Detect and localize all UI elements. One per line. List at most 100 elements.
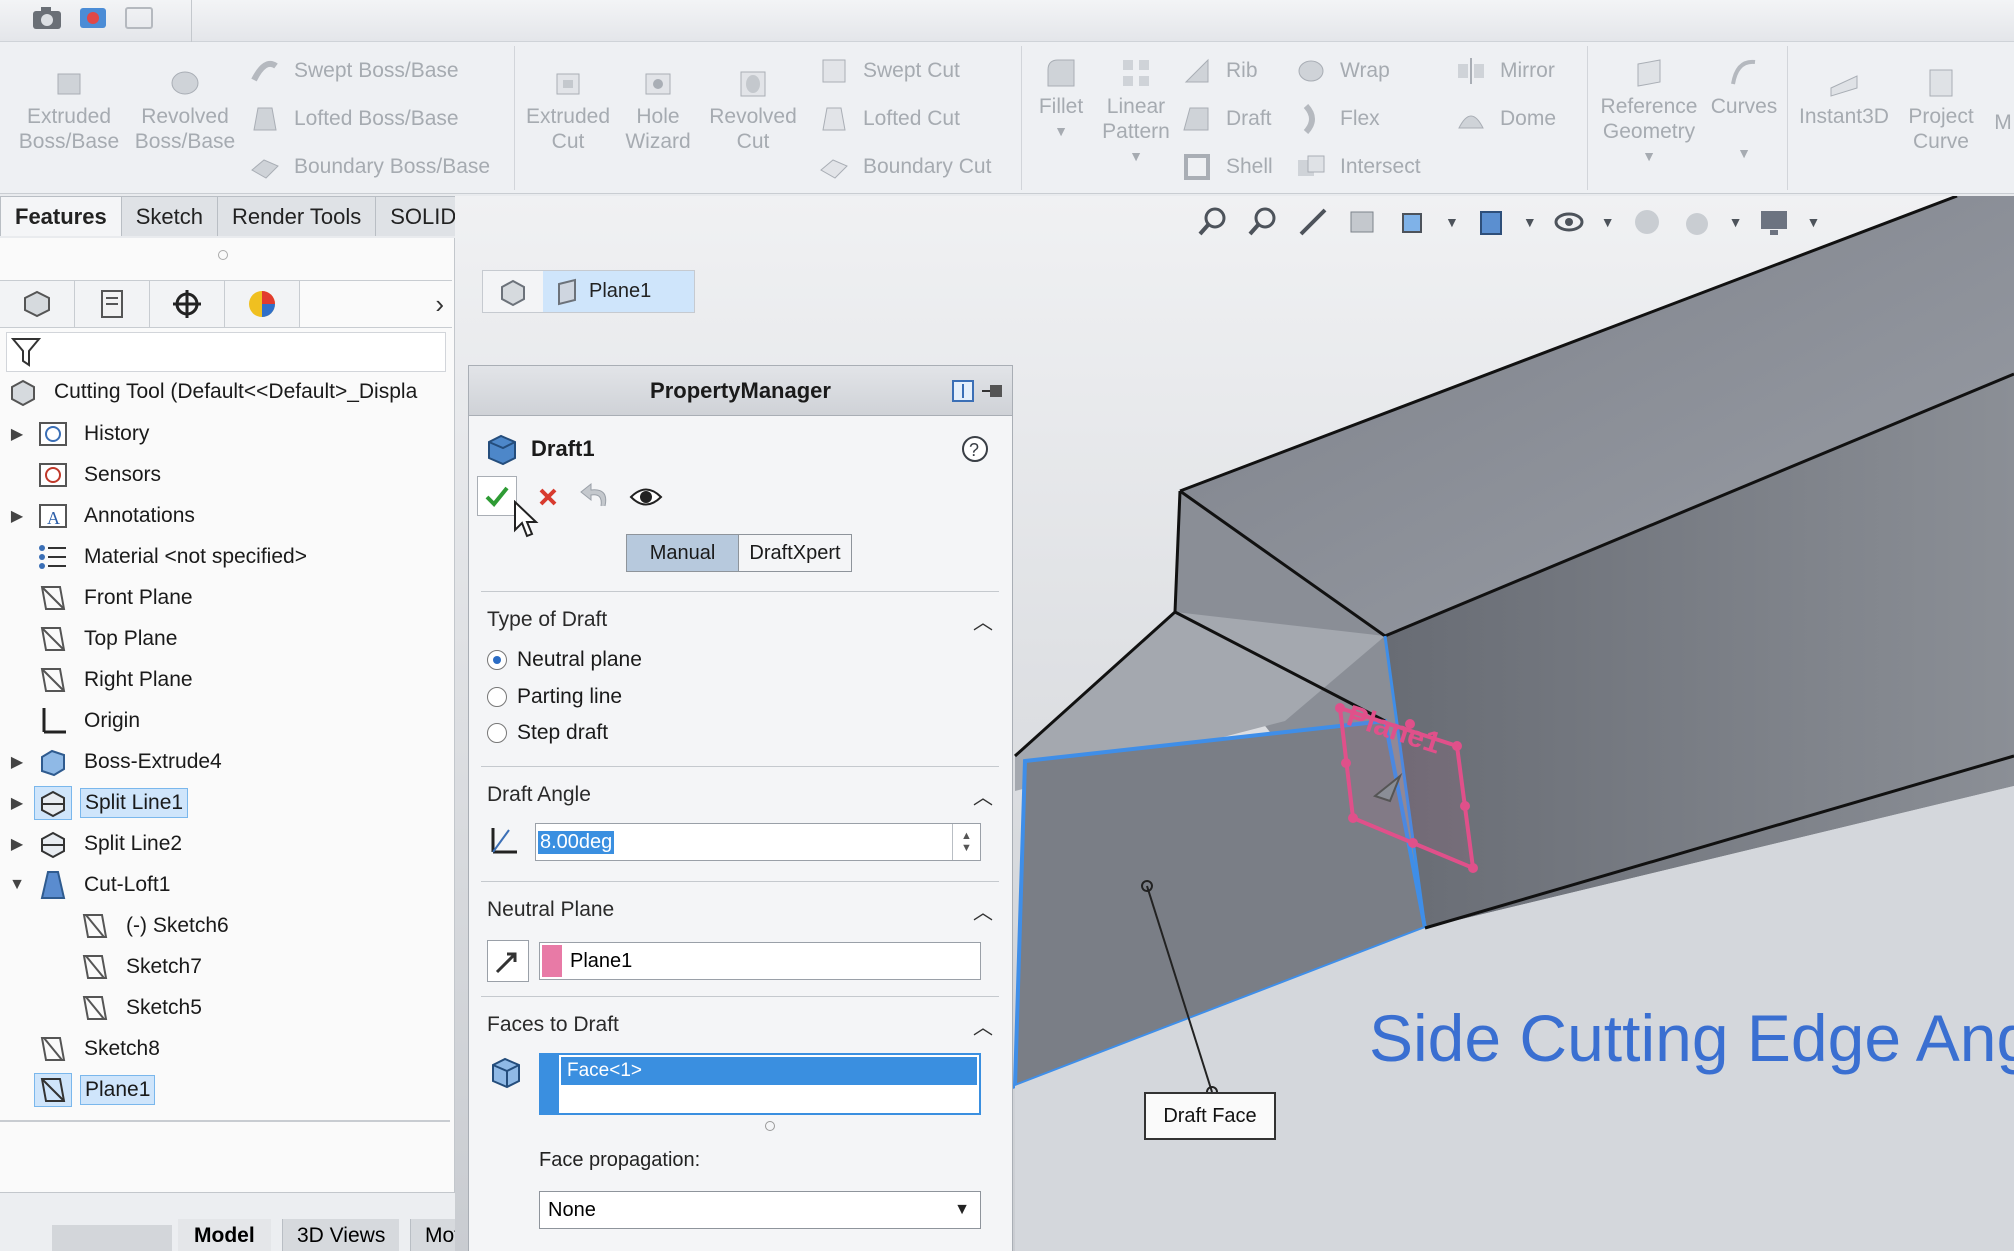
expand-icon[interactable]: ▶ <box>0 752 34 772</box>
screen-capture-icon[interactable] <box>122 2 156 34</box>
configuration-manager-tab-icon[interactable] <box>150 281 225 327</box>
zoom-to-fit-icon[interactable] <box>1195 204 1231 240</box>
tab-3d-views[interactable]: 3D Views <box>282 1219 400 1251</box>
tree-item-sketch6[interactable]: (-) Sketch6 <box>42 906 233 946</box>
tree-root[interactable]: Cutting Tool (Default<<Default>_Displa <box>4 372 421 412</box>
draft-angle-input[interactable]: 8.00deg ▲ ▼ <box>535 823 981 861</box>
spinner-arrows-icon[interactable]: ▲ ▼ <box>952 824 980 860</box>
wrap-button[interactable]: Wrap <box>1294 54 1390 88</box>
tree-item-sketch7[interactable]: Sketch7 <box>42 947 206 987</box>
tree-item-boss-extrude4[interactable]: ▶ Boss-Extrude4 <box>0 742 226 782</box>
tab-sketch[interactable]: Sketch <box>120 196 218 236</box>
apply-scene-dropdown-icon[interactable]: ▼ <box>1729 214 1743 230</box>
record-icon[interactable] <box>76 2 110 34</box>
rib-button[interactable]: Rib <box>1180 54 1258 88</box>
tree-item-split-line2[interactable]: ▶ Split Line2 <box>0 824 186 864</box>
tree-item-right-plane[interactable]: Right Plane <box>0 660 197 700</box>
tree-filter[interactable] <box>6 332 446 372</box>
lofted-cut-button[interactable]: Lofted Cut <box>817 102 960 136</box>
reverse-direction-button[interactable] <box>487 940 529 982</box>
lofted-boss-button[interactable]: Lofted Boss/Base <box>248 102 459 136</box>
faces-selection-list[interactable]: Face<1> <box>539 1053 981 1115</box>
face-list-item[interactable]: Face<1> <box>561 1057 977 1085</box>
extruded-boss-button[interactable]: Extruded Boss/Base <box>14 64 124 154</box>
expand-icon[interactable]: ▶ <box>0 793 34 813</box>
pin-icon[interactable] <box>980 378 1006 410</box>
tab-features[interactable]: Features <box>0 196 122 236</box>
radio-parting-line[interactable]: Parting line <box>487 685 622 709</box>
collapse-section-icon[interactable]: ︿ <box>973 896 993 925</box>
tree-item-top-plane[interactable]: Top Plane <box>0 619 181 659</box>
view-settings-dropdown-icon[interactable]: ▼ <box>1806 214 1820 230</box>
collapse-section-icon[interactable]: ︿ <box>973 1011 993 1040</box>
face-propagation-select[interactable]: None ▼ <box>539 1191 981 1229</box>
part-icon[interactable] <box>483 271 543 312</box>
view-orientation-icon[interactable] <box>1395 204 1431 240</box>
ok-button[interactable] <box>477 476 517 516</box>
display-manager-tab-icon[interactable] <box>225 281 300 327</box>
tree-item-sketch8[interactable]: Sketch8 <box>0 1029 164 1069</box>
draft-button[interactable]: Draft <box>1180 102 1272 136</box>
chevron-right-icon[interactable]: › <box>300 281 452 327</box>
linear-pattern-button[interactable]: Linear Pattern ▼ <box>1096 54 1176 169</box>
expand-icon[interactable]: ▶ <box>0 834 34 854</box>
panel-splitter-handle[interactable] <box>218 250 228 260</box>
hide-show-dropdown-icon[interactable]: ▼ <box>1601 214 1615 230</box>
radio-step-draft[interactable]: Step draft <box>487 721 608 745</box>
cancel-button[interactable] <box>533 482 563 517</box>
collapse-section-icon[interactable]: ︿ <box>973 606 993 635</box>
tab-motion-study[interactable]: Mot <box>410 1219 455 1251</box>
property-manager-tab-icon[interactable] <box>75 281 150 327</box>
tree-item-cut-loft1[interactable]: ▼ Cut-Loft1 <box>0 865 174 905</box>
shell-button[interactable]: Shell <box>1180 150 1273 184</box>
edit-appearance-icon[interactable] <box>1629 204 1665 240</box>
manual-mode-button[interactable]: Manual <box>627 535 739 571</box>
hide-show-items-icon[interactable] <box>1551 204 1587 240</box>
expand-pm-icon[interactable] <box>950 378 976 410</box>
breadcrumb-item-plane1[interactable]: Plane1 <box>543 271 694 312</box>
feature-manager-tab-icon[interactable] <box>0 281 75 327</box>
boundary-cut-button[interactable]: Boundary Cut <box>817 150 991 184</box>
tab-model[interactable]: Model <box>178 1219 271 1251</box>
reference-geometry-button[interactable]: Reference Geometry ▼ <box>1594 54 1704 169</box>
tree-item-annotations[interactable]: ▶ A Annotations <box>0 496 199 536</box>
expand-icon[interactable]: ▶ <box>0 506 34 526</box>
tab-navigation-arrows[interactable] <box>52 1225 172 1251</box>
swept-cut-button[interactable]: Swept Cut <box>817 54 960 88</box>
preview-button[interactable] <box>629 482 663 517</box>
display-style-icon[interactable] <box>1473 204 1509 240</box>
dome-button[interactable]: Dome <box>1454 102 1556 136</box>
revolved-boss-button[interactable]: Revolved Boss/Base <box>130 64 240 154</box>
apply-scene-icon[interactable] <box>1679 204 1715 240</box>
project-curve-button[interactable]: Project Curve <box>1896 64 1986 154</box>
zoom-to-area-icon[interactable] <box>1245 204 1281 240</box>
view-settings-icon[interactable] <box>1756 204 1792 240</box>
boundary-boss-button[interactable]: Boundary Boss/Base <box>248 150 490 184</box>
section-view-icon[interactable] <box>1345 204 1381 240</box>
collapse-section-icon[interactable]: ︿ <box>973 781 993 810</box>
undo-button[interactable] <box>579 480 613 517</box>
display-style-dropdown-icon[interactable]: ▼ <box>1523 214 1537 230</box>
tree-item-history[interactable]: ▶ History <box>0 414 153 454</box>
fillet-dropdown-icon[interactable]: ▼ <box>1054 119 1068 144</box>
tree-item-sensors[interactable]: Sensors <box>0 455 165 495</box>
revolved-cut-button[interactable]: Revolved Cut <box>708 64 798 154</box>
collapse-icon[interactable]: ▼ <box>0 876 34 894</box>
view-orientation-dropdown-icon[interactable]: ▼ <box>1445 214 1459 230</box>
linear-pattern-dropdown-icon[interactable]: ▼ <box>1129 144 1143 169</box>
tree-item-front-plane[interactable]: Front Plane <box>0 578 197 618</box>
help-icon[interactable]: ? <box>960 434 990 469</box>
breadcrumb[interactable]: Plane1 <box>482 270 695 313</box>
hole-wizard-button[interactable]: Hole Wizard <box>618 64 698 154</box>
camera-icon[interactable] <box>30 2 64 34</box>
flex-button[interactable]: Flex <box>1294 102 1380 136</box>
radio-neutral-plane[interactable]: Neutral plane <box>487 648 642 672</box>
tree-item-material[interactable]: Material <not specified> <box>0 537 311 577</box>
tree-item-sketch5[interactable]: Sketch5 <box>42 988 206 1028</box>
neutral-plane-field[interactable]: Plane1 <box>539 942 981 980</box>
expand-icon[interactable]: ▶ <box>0 424 34 444</box>
swept-boss-button[interactable]: Swept Boss/Base <box>248 54 459 88</box>
mirror-button[interactable]: Mirror <box>1454 54 1555 88</box>
tree-item-origin[interactable]: Origin <box>0 701 144 741</box>
reference-geometry-dropdown-icon[interactable]: ▼ <box>1642 144 1656 169</box>
